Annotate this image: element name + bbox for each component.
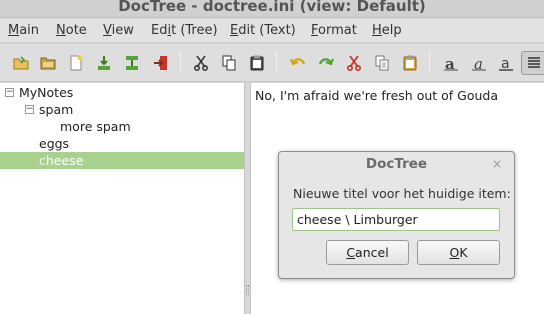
cut-icon[interactable] [190, 52, 212, 74]
svg-text:a: a [445, 55, 455, 72]
svg-text:a: a [474, 55, 483, 72]
splitter-grip [246, 285, 249, 295]
editor-text: No, I'm afraid we're fresh out of Gouda [255, 88, 499, 103]
dialog-prompt: Nieuwe titel voor het huidige item: [293, 186, 511, 201]
new-note-icon[interactable] [65, 52, 87, 74]
menu-edit-tree[interactable]: Edit (Tree) [151, 23, 218, 38]
open-folder-icon[interactable] [10, 52, 32, 74]
toolbar-separator [276, 52, 277, 74]
tree-node-more-spam[interactable]: more spam [60, 119, 131, 134]
menu-format[interactable]: Format [311, 23, 357, 38]
cancel-button[interactable]: Cancel [326, 240, 409, 265]
menu-help[interactable]: Help [372, 23, 402, 38]
menu-view[interactable]: View [103, 23, 134, 38]
rename-dialog: DocTree × Nieuwe titel voor het huidige … [278, 151, 515, 279]
add-sibling-icon[interactable] [121, 52, 143, 74]
menu-edit-text[interactable]: Edit (Text) [230, 23, 296, 38]
underline-icon[interactable]: a [495, 52, 517, 74]
menu-main[interactable]: Main [8, 23, 39, 38]
splitter-handle[interactable] [244, 83, 251, 314]
close-icon[interactable]: × [492, 157, 502, 171]
new-title-input[interactable] [292, 208, 500, 231]
dialog-title: DocTree [365, 156, 428, 172]
paste-icon[interactable] [246, 52, 268, 74]
tree-node-spam[interactable]: spam [39, 102, 73, 117]
collapse-toggle[interactable]: − [25, 105, 34, 114]
redo-icon[interactable] [315, 52, 337, 74]
copy-text-icon[interactable] [371, 52, 393, 74]
copy-icon[interactable] [218, 52, 240, 74]
toolbar: a a a [0, 44, 544, 82]
undo-icon[interactable] [287, 52, 309, 74]
add-child-icon[interactable] [93, 52, 115, 74]
tree-node-selected-row[interactable]: cheese [0, 152, 244, 169]
toolbar-separator [180, 52, 181, 74]
tree-node-root[interactable]: MyNotes [19, 85, 73, 100]
menu-note[interactable]: Note [56, 23, 87, 38]
cut-text-icon[interactable] [343, 52, 365, 74]
exit-icon[interactable] [150, 52, 172, 74]
tree-node-cheese[interactable]: cheese [39, 153, 83, 168]
italic-icon[interactable]: a [468, 52, 490, 74]
menu-bar: Main Note View Edit (Tree) Edit (Text) F… [0, 19, 544, 43]
paste-text-icon[interactable] [399, 52, 421, 74]
title-bar: DocTree - doctree.ini (view: Default) [0, 0, 544, 18]
window-title: DocTree - doctree.ini (view: Default) [118, 0, 426, 15]
folder-icon[interactable] [37, 52, 59, 74]
tree-panel[interactable]: − MyNotes − spam more spam eggs cheese [0, 83, 244, 314]
bold-icon[interactable]: a [440, 52, 462, 74]
collapse-toggle[interactable]: − [5, 88, 14, 97]
toolbar-separator [429, 52, 430, 74]
align-icon[interactable] [521, 51, 544, 75]
ok-button[interactable]: OK [417, 240, 500, 265]
tree-node-eggs[interactable]: eggs [39, 136, 69, 151]
